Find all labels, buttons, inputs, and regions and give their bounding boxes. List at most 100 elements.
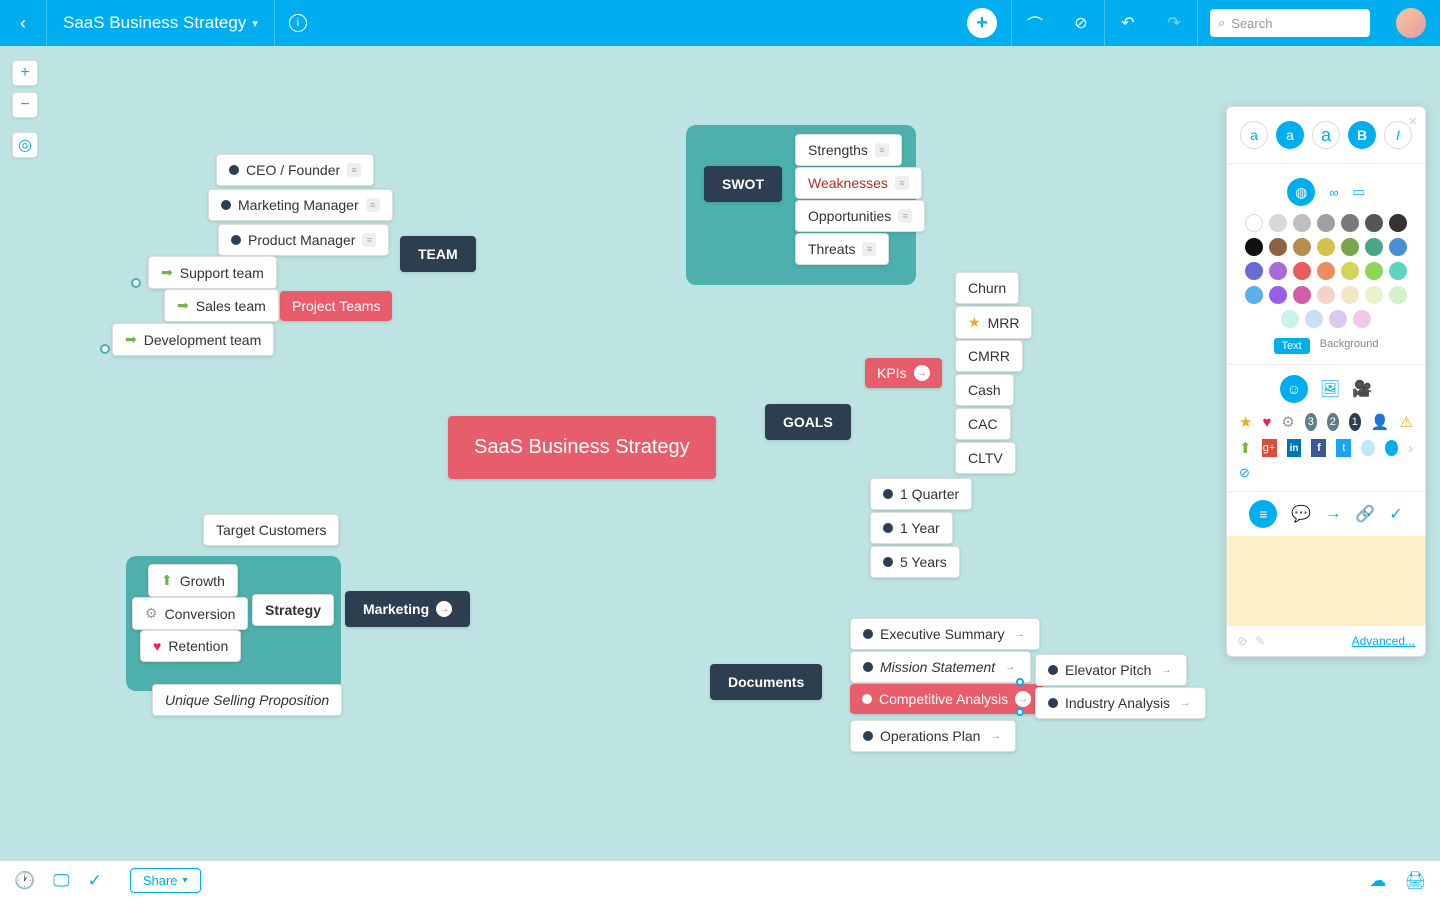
color-swatch[interactable] bbox=[1305, 310, 1323, 328]
color-swatch[interactable] bbox=[1245, 238, 1263, 256]
check-button[interactable]: ✓ bbox=[88, 871, 102, 891]
info-button[interactable]: i bbox=[275, 0, 321, 46]
node-marketing[interactable]: Marketing→ bbox=[345, 591, 470, 627]
node-goals[interactable]: GOALS bbox=[765, 404, 851, 440]
tab-text[interactable]: Text bbox=[1274, 338, 1310, 354]
text-size-large[interactable]: a bbox=[1312, 121, 1340, 149]
node-kpis[interactable]: KPIs→ bbox=[865, 358, 942, 388]
node-target-customers[interactable]: Target Customers bbox=[203, 514, 339, 546]
connector-handle[interactable] bbox=[131, 278, 141, 288]
connector-button[interactable]: ⌒ bbox=[1012, 0, 1058, 46]
color-swatch[interactable] bbox=[1317, 238, 1335, 256]
shape-icon[interactable]: ▭ bbox=[1352, 184, 1364, 200]
color-swatch[interactable] bbox=[1293, 214, 1311, 232]
node-industry[interactable]: Industry Analysis→ bbox=[1035, 687, 1206, 719]
color-swatch[interactable] bbox=[1353, 310, 1371, 328]
badge-2-icon[interactable]: 2 bbox=[1327, 413, 1339, 431]
color-swatch[interactable] bbox=[1341, 262, 1359, 280]
dot-pale-icon[interactable] bbox=[1361, 440, 1374, 456]
video-button[interactable]: 🎥 bbox=[1352, 379, 1372, 399]
note-button[interactable]: ≡ bbox=[1249, 500, 1277, 528]
node-operations[interactable]: Operations Plan→ bbox=[850, 720, 1016, 752]
node-swot[interactable]: SWOT bbox=[704, 166, 782, 202]
back-button[interactable]: ‹ bbox=[0, 0, 46, 46]
color-swatch[interactable] bbox=[1317, 262, 1335, 280]
color-swatch[interactable] bbox=[1365, 214, 1383, 232]
tab-background[interactable]: Background bbox=[1320, 338, 1379, 354]
node-team[interactable]: TEAM bbox=[400, 236, 476, 272]
node-retention[interactable]: ♥Retention bbox=[140, 630, 241, 662]
recenter-button[interactable]: ◎ bbox=[12, 132, 38, 158]
node-dev-team[interactable]: ➡Development team bbox=[112, 323, 274, 356]
node-cltv[interactable]: CLTV bbox=[955, 442, 1016, 474]
note-area[interactable] bbox=[1227, 536, 1425, 626]
link-icon[interactable]: ∞ bbox=[1329, 185, 1338, 200]
undo-button[interactable]: ↶ bbox=[1105, 0, 1151, 46]
close-button[interactable]: × bbox=[1408, 113, 1417, 130]
node-ceo[interactable]: CEO / Founder≡ bbox=[216, 154, 374, 186]
bold-button[interactable]: B bbox=[1348, 121, 1376, 149]
text-size-small[interactable]: a bbox=[1240, 121, 1268, 149]
link-button[interactable]: 🔗 bbox=[1355, 504, 1375, 524]
node-elevator[interactable]: Elevator Pitch→ bbox=[1035, 654, 1187, 686]
node-churn[interactable]: Churn bbox=[955, 272, 1019, 304]
warning-icon[interactable]: ⚠ bbox=[1400, 413, 1413, 431]
heart-icon[interactable]: ♥ bbox=[1262, 414, 1271, 431]
fill-tool[interactable]: ◍ bbox=[1287, 178, 1315, 206]
color-swatch[interactable] bbox=[1341, 286, 1359, 304]
share-button[interactable]: Share▾ bbox=[130, 868, 201, 893]
googleplus-icon[interactable]: g+ bbox=[1262, 439, 1277, 457]
zoom-out-button[interactable]: − bbox=[12, 92, 38, 118]
node-5years[interactable]: 5 Years bbox=[870, 546, 960, 578]
node-threats[interactable]: Threats≡ bbox=[795, 233, 889, 265]
person-icon[interactable]: 👤 bbox=[1371, 413, 1390, 431]
color-swatch[interactable] bbox=[1317, 214, 1335, 232]
color-swatch[interactable] bbox=[1293, 286, 1311, 304]
arrow-button[interactable]: → bbox=[1325, 505, 1341, 523]
add-button[interactable]: + bbox=[967, 8, 997, 38]
node-opportunities[interactable]: Opportunities≡ bbox=[795, 200, 925, 232]
node-cash[interactable]: Cash bbox=[955, 374, 1014, 406]
text-size-medium[interactable]: a bbox=[1276, 121, 1304, 149]
node-root[interactable]: SaaS Business Strategy bbox=[448, 416, 716, 479]
node-exec-summary[interactable]: Executive Summary→ bbox=[850, 618, 1040, 650]
color-swatch[interactable] bbox=[1329, 310, 1347, 328]
comment-button[interactable]: 💬 bbox=[1291, 504, 1311, 524]
node-cac[interactable]: CAC bbox=[955, 408, 1011, 440]
print-button[interactable]: 🖨 bbox=[1404, 871, 1426, 891]
emoji-button[interactable]: ☺ bbox=[1280, 375, 1308, 403]
node-documents[interactable]: Documents bbox=[710, 664, 822, 700]
color-swatch[interactable] bbox=[1389, 262, 1407, 280]
node-mission[interactable]: Mission Statement→ bbox=[850, 651, 1031, 683]
color-swatch[interactable] bbox=[1365, 262, 1383, 280]
node-1quarter[interactable]: 1 Quarter bbox=[870, 478, 972, 510]
twitter-icon[interactable]: t bbox=[1336, 439, 1351, 457]
color-swatch[interactable] bbox=[1365, 238, 1383, 256]
node-mrr[interactable]: ★MRR bbox=[955, 306, 1032, 339]
canvas[interactable]: + − ◎ bbox=[0, 46, 1440, 860]
color-swatch[interactable] bbox=[1269, 262, 1287, 280]
badge-1-icon[interactable]: 1 bbox=[1349, 413, 1361, 431]
node-conversion[interactable]: ⚙Conversion bbox=[132, 597, 248, 630]
color-swatch[interactable] bbox=[1245, 214, 1263, 232]
document-title[interactable]: SaaS Business Strategy ▾ bbox=[47, 13, 274, 33]
gear-icon[interactable]: ⚙ bbox=[1281, 413, 1294, 431]
color-swatch[interactable] bbox=[1293, 238, 1311, 256]
image-button[interactable]: 🖼 bbox=[1320, 379, 1340, 399]
color-swatch[interactable] bbox=[1341, 214, 1359, 232]
color-swatch[interactable] bbox=[1389, 238, 1407, 256]
node-growth[interactable]: ⬆Growth bbox=[148, 564, 238, 597]
color-swatch[interactable] bbox=[1365, 286, 1383, 304]
node-strengths[interactable]: Strengths≡ bbox=[795, 134, 902, 166]
node-strategy[interactable]: Strategy bbox=[252, 594, 334, 626]
connector-handle[interactable] bbox=[100, 344, 110, 354]
dot-blue-icon[interactable] bbox=[1385, 440, 1398, 456]
node-product-manager[interactable]: Product Manager≡ bbox=[218, 224, 389, 256]
color-swatch[interactable] bbox=[1269, 238, 1287, 256]
color-swatch[interactable] bbox=[1389, 214, 1407, 232]
node-competitive[interactable]: Competitive Analysis→ bbox=[850, 684, 1043, 714]
connector-handle[interactable] bbox=[1016, 678, 1024, 686]
node-usp[interactable]: Unique Selling Proposition bbox=[152, 684, 342, 716]
check-button[interactable]: ✓ bbox=[1389, 504, 1402, 524]
color-swatch[interactable] bbox=[1389, 286, 1407, 304]
